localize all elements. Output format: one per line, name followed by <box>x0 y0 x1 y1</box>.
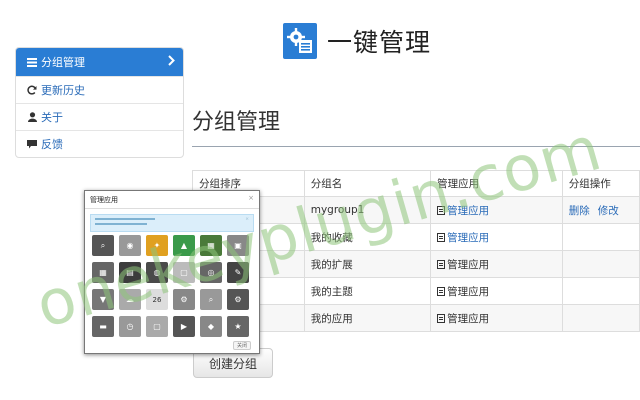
comment-icon <box>26 138 38 150</box>
ops-cell <box>561 250 640 278</box>
manage-apps-cell: 管理应用 <box>430 196 563 224</box>
modal-header: 管理应用 × <box>85 191 259 209</box>
edit-link[interactable]: 修改 <box>598 205 619 217</box>
manage-apps-cell: 管理应用 <box>430 223 563 251</box>
app-icon[interactable]: ▢ <box>173 262 195 283</box>
list-box-icon <box>437 205 446 215</box>
manage-apps-link[interactable]: 管理应用 <box>447 286 489 298</box>
group-name-cell: mygroup1 <box>303 196 432 224</box>
book-app-icon[interactable]: ▦ <box>200 235 222 256</box>
manage-apps-link[interactable]: 管理应用 <box>447 313 489 325</box>
page-title: 分组管理 <box>192 110 281 135</box>
media-app-icon[interactable]: ▣ <box>227 235 249 256</box>
chart-app-icon[interactable]: ▤ <box>119 262 141 283</box>
column-header-ops: 分组操作 <box>561 170 640 197</box>
sidebar-item-group-management[interactable]: 分组管理 <box>16 48 183 76</box>
ops-cell <box>561 304 640 332</box>
refresh-icon <box>26 84 38 96</box>
chevron-right-icon <box>168 55 175 69</box>
manage-apps-cell: 管理应用 <box>430 304 563 332</box>
title-divider <box>192 146 640 147</box>
manage-apps-modal: 管理应用 × × ⌕ ◉ ✦ ▲ ▦ ▣ ▦ ▤ ◍ ▢ ◎ ✎ ▼ ☁ 26 … <box>84 190 260 354</box>
sidebar-item-label: 更新历史 <box>41 84 85 97</box>
group-name-cell: 我的应用 <box>303 304 432 332</box>
edit-app-icon[interactable]: ✎ <box>227 262 249 283</box>
list-icon <box>26 56 38 68</box>
ops-cell <box>561 223 640 251</box>
globe-app-icon[interactable]: ◉ <box>119 235 141 256</box>
sidebar-item-label: 分组管理 <box>41 56 85 69</box>
tool-app-icon[interactable]: ⚙ <box>173 289 195 310</box>
clock-app-icon[interactable]: ◷ <box>119 316 141 337</box>
magnifier-app-icon[interactable]: ⌕ <box>200 289 222 310</box>
group-name-cell: 我的主题 <box>303 277 432 305</box>
group-name-cell: 我的扩展 <box>303 250 432 278</box>
modal-notice: × <box>90 214 254 232</box>
delete-link[interactable]: 删除 <box>569 205 590 217</box>
sidebar-item-label: 反馈 <box>41 138 63 151</box>
video-app-icon[interactable]: ▶ <box>173 316 195 337</box>
app-title: 一键管理 <box>327 28 432 57</box>
cloud-app-icon[interactable]: ☁ <box>119 289 141 310</box>
manage-apps-link[interactable]: 管理应用 <box>447 259 489 271</box>
ops-cell <box>561 277 640 305</box>
ops-cell: 删除 修改 <box>561 196 640 224</box>
puzzle-app-icon[interactable]: ✦ <box>146 235 168 256</box>
close-icon[interactable]: × <box>248 194 254 202</box>
settings-app-icon[interactable]: ⚙ <box>227 289 249 310</box>
drive-app-icon[interactable]: ▲ <box>173 235 195 256</box>
sidebar-nav: 分组管理 更新历史 关于 反馈 <box>15 47 184 158</box>
gear-list-icon <box>283 23 317 59</box>
manage-apps-link[interactable]: 管理应用 <box>447 232 489 244</box>
user-icon <box>26 111 38 123</box>
sidebar-item-update-history[interactable]: 更新历史 <box>16 76 183 103</box>
weibo-app-icon[interactable]: ◎ <box>200 262 222 283</box>
truck-app-icon[interactable]: ▬ <box>92 316 114 337</box>
calendar-app-icon[interactable]: 26 <box>146 289 168 310</box>
notice-line <box>95 218 155 220</box>
list-box-icon <box>437 259 446 269</box>
manage-apps-cell: 管理应用 <box>430 277 563 305</box>
sidebar-item-feedback[interactable]: 反馈 <box>16 130 183 157</box>
filter-app-icon[interactable]: ▼ <box>92 289 114 310</box>
app-header: 一键管理 <box>283 22 431 60</box>
list-box-icon <box>437 286 446 296</box>
list-box-icon <box>437 232 446 242</box>
notice-close-icon[interactable]: × <box>245 217 249 223</box>
app-icon-grid: ⌕ ◉ ✦ ▲ ▦ ▣ ▦ ▤ ◍ ▢ ◎ ✎ ▼ ☁ 26 ⚙ ⌕ ⚙ ▬ ◷… <box>92 235 252 337</box>
mask-app-icon[interactable]: ◍ <box>146 262 168 283</box>
manage-apps-cell: 管理应用 <box>430 250 563 278</box>
notice-line <box>95 223 147 225</box>
list-box-icon <box>437 313 446 323</box>
tag-app-icon[interactable]: ◆ <box>200 316 222 337</box>
search-app-icon[interactable]: ⌕ <box>92 235 114 256</box>
sidebar-item-about[interactable]: 关于 <box>16 103 183 130</box>
star-app-icon[interactable]: ★ <box>227 316 249 337</box>
sidebar-item-label: 关于 <box>41 111 63 124</box>
grid-app-icon[interactable]: ▦ <box>92 262 114 283</box>
modal-title: 管理应用 <box>90 195 118 204</box>
group-name-cell: 我的收藏 <box>303 223 432 251</box>
column-header-name: 分组名 <box>303 170 432 197</box>
window-app-icon[interactable]: ▢ <box>146 316 168 337</box>
modal-close-button[interactable]: 关闭 <box>233 341 252 350</box>
column-header-manage: 管理应用 <box>430 170 563 197</box>
manage-apps-link[interactable]: 管理应用 <box>447 205 489 217</box>
